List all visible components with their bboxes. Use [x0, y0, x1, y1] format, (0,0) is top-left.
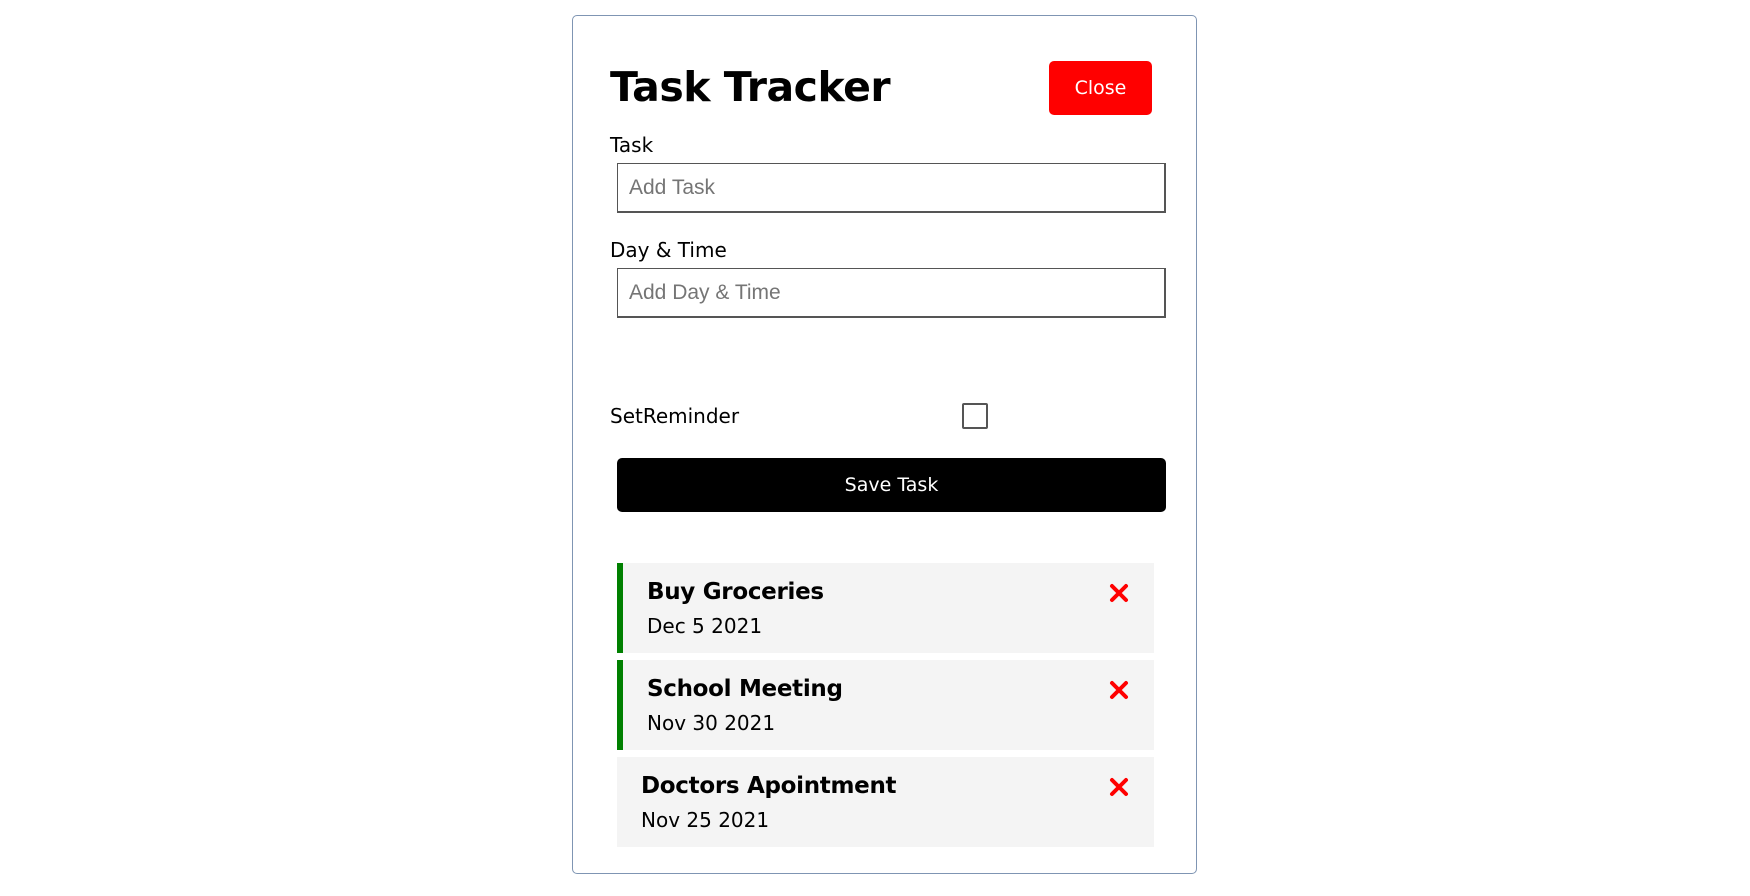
- task-field-group: Task: [610, 132, 1163, 158]
- reminder-row: SetReminder: [610, 401, 1010, 431]
- task-title: School Meeting: [647, 676, 843, 702]
- task-item[interactable]: Doctors Apointment Nov 25 2021: [617, 757, 1154, 847]
- day-time-label: Day & Time: [610, 238, 727, 262]
- day-field-group: Day & Time: [610, 237, 1163, 263]
- close-x-icon[interactable]: [1109, 583, 1129, 603]
- page-title: Task Tracker: [610, 63, 891, 111]
- day-time-input[interactable]: [617, 268, 1166, 318]
- close-button[interactable]: Close: [1049, 61, 1152, 115]
- task-title: Doctors Apointment: [641, 773, 897, 799]
- close-x-icon[interactable]: [1109, 777, 1129, 797]
- close-x-icon[interactable]: [1109, 680, 1129, 700]
- task-title: Buy Groceries: [647, 579, 824, 605]
- header: Task Tracker Close: [610, 60, 1152, 115]
- task-item[interactable]: School Meeting Nov 30 2021: [617, 660, 1154, 750]
- task-item[interactable]: Buy Groceries Dec 5 2021: [617, 563, 1154, 653]
- set-reminder-checkbox[interactable]: [962, 403, 988, 429]
- save-task-button[interactable]: Save Task: [617, 458, 1166, 512]
- task-tracker-panel: Task Tracker Close Task Day & Time SetRe…: [572, 15, 1197, 874]
- task-date: Nov 30 2021: [647, 711, 776, 735]
- task-date: Dec 5 2021: [647, 614, 763, 638]
- task-list: Buy Groceries Dec 5 2021 School Meeting …: [617, 563, 1154, 854]
- set-reminder-label: SetReminder: [610, 404, 740, 428]
- task-input[interactable]: [617, 163, 1166, 213]
- task-label: Task: [610, 133, 654, 157]
- task-date: Nov 25 2021: [641, 808, 770, 832]
